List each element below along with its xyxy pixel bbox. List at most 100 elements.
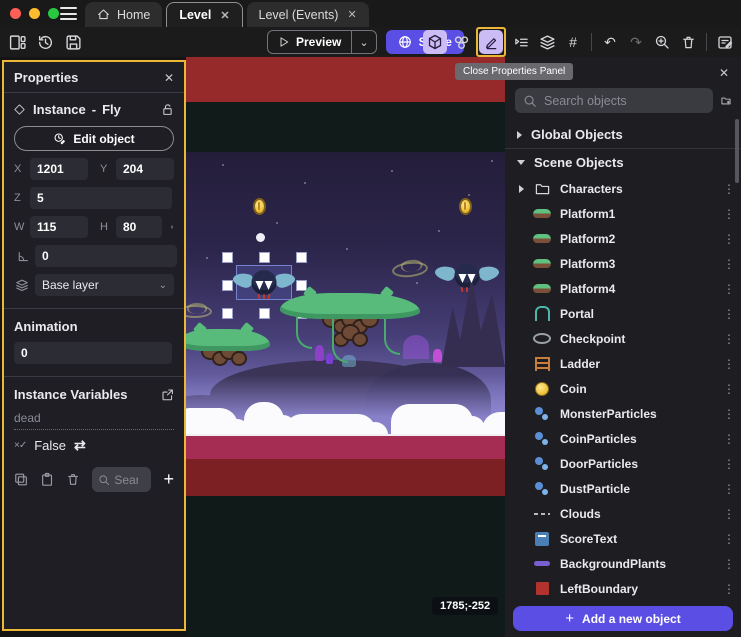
add-variable-icon[interactable]: +	[163, 469, 174, 490]
close-tab-icon[interactable]: ✕	[347, 8, 356, 21]
floating-platform[interactable]	[280, 293, 420, 383]
animation-field[interactable]	[14, 342, 172, 364]
selection-handle[interactable]	[259, 252, 270, 263]
item-menu-icon[interactable]: ⋮	[723, 207, 731, 221]
tab-home[interactable]: Home	[85, 2, 162, 27]
lock-ratio-icon[interactable]	[170, 220, 174, 234]
scene-canvas[interactable]: 1785;-252	[186, 57, 505, 637]
coin-object[interactable]	[253, 198, 266, 215]
objects-search-field[interactable]	[515, 88, 713, 113]
y-position-field[interactable]	[116, 158, 174, 180]
item-menu-icon[interactable]: ⋮	[723, 482, 731, 496]
selection-handle[interactable]	[222, 308, 233, 319]
height-field[interactable]	[116, 216, 162, 238]
edit-object-button[interactable]: Edit object	[14, 126, 174, 151]
variable-name[interactable]: dead	[14, 411, 174, 430]
object-item-clouds[interactable]: Clouds ⋮	[505, 501, 741, 526]
object-item-scoretext[interactable]: ScoreText ⋮	[505, 526, 741, 551]
coin-object[interactable]	[459, 198, 472, 215]
item-menu-icon[interactable]: ⋮	[723, 532, 731, 546]
paste-icon[interactable]	[40, 472, 54, 487]
item-menu-icon[interactable]: ⋮	[723, 407, 731, 421]
width-field[interactable]	[30, 216, 88, 238]
history-icon[interactable]	[37, 34, 54, 51]
preview-button[interactable]: Preview ⌄	[267, 30, 377, 54]
item-menu-icon[interactable]: ⋮	[723, 582, 731, 596]
copy-icon[interactable]	[14, 472, 28, 487]
window-controls[interactable]	[10, 8, 59, 19]
object-item-dustparticle[interactable]: DustParticle ⋮	[505, 476, 741, 501]
variables-search-input[interactable]	[114, 473, 138, 487]
x-position-field[interactable]	[30, 158, 88, 180]
layers-button[interactable]	[535, 30, 559, 54]
unlock-icon[interactable]	[161, 103, 174, 116]
minimize-window-button[interactable]	[29, 8, 40, 19]
selection-handle[interactable]	[296, 252, 307, 263]
object-item-platform4[interactable]: Platform4 ⋮	[505, 276, 741, 301]
object-item-ladder[interactable]: Ladder ⋮	[505, 351, 741, 376]
open-in-editor-icon[interactable]	[161, 388, 174, 401]
instances-list-button[interactable]	[509, 30, 533, 54]
variable-value[interactable]: False	[34, 438, 66, 453]
item-menu-icon[interactable]: ⋮	[723, 282, 731, 296]
object-item-characters[interactable]: Characters ⋮	[505, 176, 741, 201]
item-menu-icon[interactable]: ⋮	[723, 557, 731, 571]
panels-layout-icon[interactable]	[9, 34, 26, 51]
angle-field[interactable]	[35, 245, 177, 267]
object-item-checkpoint[interactable]: Checkpoint ⋮	[505, 326, 741, 351]
preview-dropdown-icon[interactable]: ⌄	[352, 36, 375, 49]
selection-handle[interactable]	[222, 252, 233, 263]
undo-button[interactable]: ↶	[598, 30, 622, 54]
fly-monster[interactable]	[438, 263, 496, 297]
item-menu-icon[interactable]: ⋮	[723, 357, 731, 371]
object-item-coinparticles[interactable]: CoinParticles ⋮	[505, 426, 741, 451]
item-menu-icon[interactable]: ⋮	[723, 457, 731, 471]
close-objects-panel-icon[interactable]: ✕	[719, 66, 729, 80]
item-menu-icon[interactable]: ⋮	[723, 232, 731, 246]
object-item-coin[interactable]: Coin ⋮	[505, 376, 741, 401]
add-object-button[interactable]: + Add a new object	[513, 606, 733, 631]
item-menu-icon[interactable]: ⋮	[723, 332, 731, 346]
menu-icon[interactable]	[60, 7, 77, 20]
zoom-window-button[interactable]	[48, 8, 59, 19]
object-item-platform1[interactable]: Platform1 ⋮	[505, 201, 741, 226]
grid-button[interactable]: #	[561, 30, 585, 54]
add-folder-icon[interactable]	[721, 92, 731, 109]
selection-handle[interactable]	[222, 280, 233, 291]
object-groups-button[interactable]	[449, 30, 473, 54]
item-menu-icon[interactable]: ⋮	[723, 182, 731, 196]
toggle-value-icon[interactable]: ⇄	[74, 437, 86, 454]
scrollbar-thumb[interactable]	[735, 119, 739, 183]
delete-variable-icon[interactable]	[66, 472, 80, 487]
object-item-platform3[interactable]: Platform3 ⋮	[505, 251, 741, 276]
item-menu-icon[interactable]: ⋮	[723, 507, 731, 521]
redo-button[interactable]: ↷	[624, 30, 648, 54]
selection-handle[interactable]	[259, 308, 270, 319]
object-item-monsterparticles[interactable]: MonsterParticles ⋮	[505, 401, 741, 426]
scene-objects-group[interactable]: Scene Objects	[505, 149, 741, 176]
objects-search-input[interactable]	[544, 94, 705, 108]
close-tab-icon[interactable]: ✕	[220, 9, 229, 22]
object-item-doorparticles[interactable]: DoorParticles ⋮	[505, 451, 741, 476]
object-item-portal[interactable]: Portal ⋮	[505, 301, 741, 326]
z-order-field[interactable]	[30, 187, 172, 209]
edit-scene-properties-button[interactable]	[713, 30, 737, 54]
close-window-button[interactable]	[10, 8, 21, 19]
close-properties-panel-button[interactable]	[479, 30, 503, 54]
layer-select[interactable]: Base layer ⌄	[35, 274, 174, 296]
tab-level-events[interactable]: Level (Events) ✕	[247, 2, 369, 27]
item-menu-icon[interactable]: ⋮	[723, 382, 731, 396]
object-item-backgroundplants[interactable]: BackgroundPlants ⋮	[505, 551, 741, 576]
item-menu-icon[interactable]: ⋮	[723, 432, 731, 446]
close-panel-icon[interactable]: ✕	[164, 71, 174, 85]
save-icon[interactable]	[65, 34, 82, 51]
item-menu-icon[interactable]: ⋮	[723, 307, 731, 321]
object-item-leftboundary[interactable]: LeftBoundary ⋮	[505, 576, 741, 601]
3d-view-button[interactable]	[423, 30, 447, 54]
zoom-in-button[interactable]	[650, 30, 674, 54]
item-menu-icon[interactable]: ⋮	[723, 257, 731, 271]
delete-button[interactable]	[676, 30, 700, 54]
tab-level[interactable]: Level ✕	[166, 2, 242, 27]
variables-search-field[interactable]	[92, 467, 151, 492]
global-objects-group[interactable]: Global Objects	[505, 121, 741, 148]
